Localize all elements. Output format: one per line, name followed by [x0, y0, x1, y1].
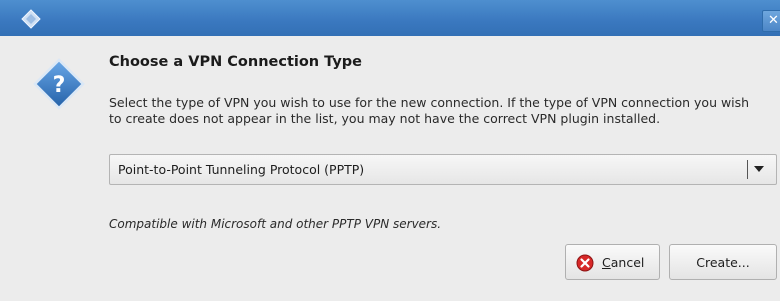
dropdown-separator — [747, 160, 748, 179]
vpn-type-hint: Compatible with Microsoft and other PPTP… — [109, 217, 442, 231]
vpn-type-dialog: ✕ ? Choose a VPN Connection Type Select … — [0, 0, 780, 301]
diamond-icon — [21, 9, 41, 29]
dialog-body: ? Choose a VPN Connection Type Select th… — [0, 36, 780, 301]
vpn-type-dropdown[interactable]: Point-to-Point Tunneling Protocol (PPTP) — [109, 154, 777, 185]
create-label: Create... — [696, 255, 750, 270]
title-bar[interactable]: ✕ — [0, 0, 780, 37]
close-icon: ✕ — [768, 13, 779, 28]
svg-text:?: ? — [53, 73, 66, 98]
vpn-type-selected: Point-to-Point Tunneling Protocol (PPTP) — [118, 162, 365, 177]
chevron-down-icon — [754, 166, 764, 172]
dialog-heading: Choose a VPN Connection Type — [109, 54, 363, 70]
dialog-description: Select the type of VPN you wish to use f… — [109, 95, 750, 126]
create-button[interactable]: Create... — [669, 244, 777, 280]
close-button[interactable]: ✕ — [762, 10, 780, 32]
question-icon: ? — [33, 58, 85, 110]
cancel-icon — [576, 254, 594, 272]
cancel-label: Cancel — [602, 255, 645, 270]
cancel-button[interactable]: Cancel — [565, 244, 660, 280]
